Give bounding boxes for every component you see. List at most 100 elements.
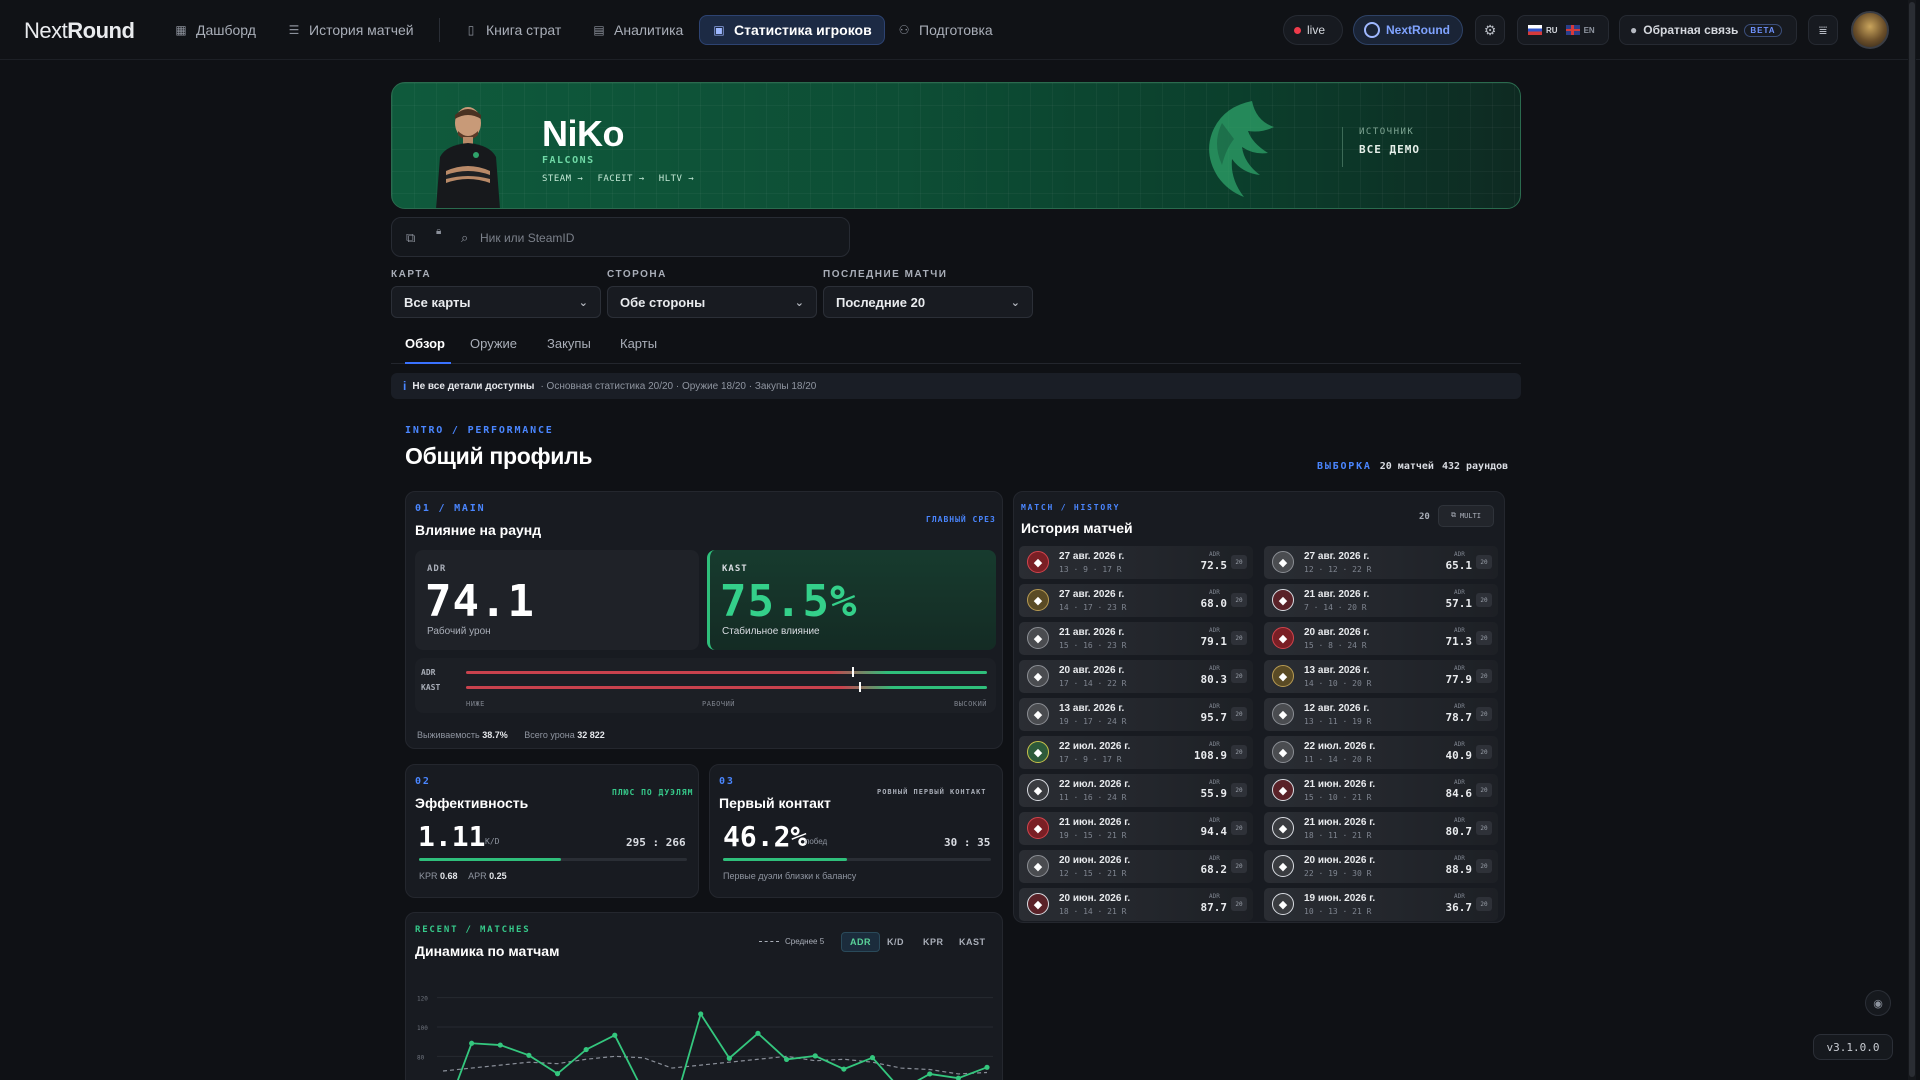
legend-avg-label: Среднее 5 [785, 937, 825, 946]
side-filter-select[interactable]: Обе стороны ⌄ [607, 286, 817, 318]
recent-filter-value: Последние 20 [836, 294, 926, 310]
history-row[interactable]: ◆ 22 июл. 2026 г. 11 · 16 · 24 R ADR 55.9 20 [1019, 774, 1253, 807]
history-row[interactable]: ◆ 19 июн. 2026 г. 10 · 13 · 21 R ADR 36.7 20 [1264, 888, 1498, 921]
history-row[interactable]: ◆ 22 июл. 2026 г. 11 · 14 · 20 R ADR 40.9 20 [1264, 736, 1498, 769]
history-row[interactable]: ◆ 20 июн. 2026 г. 22 · 19 · 30 R ADR 88.9 20 [1264, 850, 1498, 883]
match-score: 11 · 16 · 24 R [1059, 793, 1127, 802]
copy-icon: ⧉ [1450, 512, 1456, 519]
feedback-button[interactable]: ● Обратная связь BETA [1619, 15, 1797, 45]
adr-mini-label: ADR [1454, 741, 1465, 748]
dynamics-eyebrow: RECENT / MATCHES [415, 925, 531, 935]
adr-data-point[interactable] [841, 1066, 847, 1072]
chat-icon: ● [1630, 23, 1638, 37]
app-logo[interactable]: NextRound [24, 18, 135, 44]
adr-data-point[interactable] [755, 1030, 761, 1036]
history-row[interactable]: ◆ 13 авг. 2026 г. 14 · 10 · 20 R ADR 77.9 20 [1264, 660, 1498, 693]
history-row[interactable]: ◆ 22 июл. 2026 г. 17 · 9 · 17 R ADR 108.9 20 [1019, 736, 1253, 769]
adr-data-point[interactable] [783, 1056, 790, 1063]
filter-menu-button[interactable]: ⩸ [1808, 15, 1838, 45]
search-input[interactable] [480, 227, 830, 249]
notice-title: Не все детали доступны [412, 380, 535, 392]
adr-data-point[interactable] [612, 1032, 618, 1038]
adr-data-point[interactable] [469, 1040, 475, 1046]
live-button[interactable]: live [1283, 15, 1343, 45]
adr-data-point[interactable] [526, 1052, 532, 1058]
metric-chip-kd[interactable]: K/D [879, 932, 912, 952]
adr-mini-label: ADR [1454, 703, 1465, 710]
section-tabs: Обзор Оружие Закупы Карты [391, 328, 1521, 364]
user-avatar[interactable] [1851, 11, 1889, 49]
nav-strat-book[interactable]: ▯ Книга страт [464, 18, 562, 42]
nav-match-history[interactable]: ☰ История матчей [287, 18, 414, 42]
history-row[interactable]: ◆ 27 авг. 2026 г. 12 · 12 · 22 R ADR 65.1 20 [1264, 546, 1498, 579]
nav-player-stats[interactable]: ▣ Статистика игроков [699, 15, 885, 45]
lang-ru-option[interactable]: RU [1546, 26, 1558, 35]
adr-data-point[interactable] [698, 1011, 704, 1017]
match-adr: 88.9 [1445, 863, 1473, 876]
history-row[interactable]: ◆ 27 авг. 2026 г. 14 · 17 · 23 R ADR 68.0 20 [1019, 584, 1253, 617]
history-row[interactable]: ◆ 27 авг. 2026 г. 13 · 9 · 17 R ADR 72.5 20 [1019, 546, 1253, 579]
data-source-box: ИСТОЧНИК ВСЕ ДЕМО [1342, 127, 1420, 167]
tab-buys[interactable]: Закупы [547, 336, 591, 351]
source-label: ИСТОЧНИК [1359, 127, 1415, 137]
nav-analytics[interactable]: ▤ Аналитика [592, 18, 683, 42]
brand-button[interactable]: NextRound [1353, 15, 1463, 45]
history-row[interactable]: ◆ 21 авг. 2026 г. 7 · 14 · 20 R ADR 57.1 20 [1264, 584, 1498, 617]
adr-data-point[interactable] [497, 1042, 503, 1048]
team-logo-icon: ◆ [1272, 551, 1294, 573]
rounds-badge: 20 [1231, 783, 1247, 797]
language-switch[interactable]: RU EN [1517, 15, 1609, 45]
tab-weapons[interactable]: Оружие [470, 336, 517, 351]
chart-legend: Среднее 5 [759, 937, 824, 946]
history-row[interactable]: ◆ 20 авг. 2026 г. 15 · 8 · 24 R ADR 71.3 20 [1264, 622, 1498, 655]
adr-data-point[interactable] [554, 1071, 561, 1077]
lang-en-option[interactable]: EN [1584, 26, 1595, 35]
match-adr: 68.2 [1200, 863, 1228, 876]
adr-data-point[interactable] [869, 1055, 876, 1061]
help-button[interactable]: ◉ [1865, 990, 1891, 1016]
adr-data-point[interactable] [583, 1046, 589, 1053]
history-row[interactable]: ◆ 20 июн. 2026 г. 18 · 14 · 21 R ADR 87.7 20 [1019, 888, 1253, 921]
hltv-link[interactable]: HLTV → [659, 174, 695, 184]
match-date: 21 июн. 2026 г. [1304, 817, 1376, 828]
flag-en-icon [1565, 25, 1580, 35]
multi-select-button[interactable]: ⧉ MULTI [1438, 505, 1494, 527]
metric-chip-kast[interactable]: KAST [951, 932, 994, 952]
steam-link[interactable]: STEAM → [542, 174, 583, 184]
adr-data-point[interactable] [812, 1053, 818, 1059]
metric-chip-kpr[interactable]: KPR [915, 932, 952, 952]
adr-data-point[interactable] [726, 1055, 732, 1061]
history-row[interactable]: ◆ 12 авг. 2026 г. 13 · 11 · 19 R ADR 78.7 20 [1264, 698, 1498, 731]
tab-maps[interactable]: Карты [620, 336, 657, 351]
adr-data-point[interactable] [927, 1071, 933, 1077]
history-row[interactable]: ◆ 13 авг. 2026 г. 19 · 17 · 24 R ADR 95.7 20 [1019, 698, 1253, 731]
history-row[interactable]: ◆ 21 июн. 2026 г. 18 · 11 · 21 R ADR 80.7 20 [1264, 812, 1498, 845]
copy-icon[interactable]: ⧉ [406, 230, 415, 246]
settings-button[interactable]: ⚙ [1475, 15, 1505, 45]
adr-data-point[interactable] [955, 1075, 961, 1080]
history-eyebrow: MATCH / HISTORY [1021, 503, 1121, 512]
history-row[interactable]: ◆ 20 авг. 2026 г. 17 · 14 · 22 R ADR 80.3 20 [1019, 660, 1253, 693]
history-row[interactable]: ◆ 21 июн. 2026 г. 19 · 15 · 21 R ADR 94.4 20 [1019, 812, 1253, 845]
faceit-link[interactable]: FACEIT → [597, 174, 644, 184]
nav-preparation[interactable]: ⚇ Подготовка [897, 18, 993, 42]
metric-chip-adr[interactable]: ADR [841, 932, 880, 952]
scrollbar-thumb[interactable] [1909, 2, 1915, 1077]
adr-data-point[interactable] [984, 1064, 990, 1070]
lock-icon[interactable]: 🔒︎ [436, 226, 441, 237]
recent-filter-select[interactable]: Последние 20 ⌄ [823, 286, 1033, 318]
map-filter-select[interactable]: Все карты ⌄ [391, 286, 601, 318]
history-row[interactable]: ◆ 21 авг. 2026 г. 15 · 16 · 23 R ADR 79.1 20 [1019, 622, 1253, 655]
nav-dashboard[interactable]: ▦ Дашборд [174, 18, 256, 42]
team-logo-icon: ◆ [1027, 893, 1049, 915]
adr-mini-label: ADR [1209, 779, 1220, 786]
match-date: 20 авг. 2026 г. [1304, 627, 1370, 638]
search-icon: ⌕ [461, 230, 469, 245]
adr-subtitle: Рабочий урон [427, 626, 491, 637]
history-row[interactable]: ◆ 20 июн. 2026 г. 12 · 15 · 21 R ADR 68.2 20 [1019, 850, 1253, 883]
history-row[interactable]: ◆ 21 июн. 2026 г. 15 · 10 · 21 R ADR 84.6 20 [1264, 774, 1498, 807]
tab-overview[interactable]: Обзор [405, 336, 445, 351]
avg-series-line [442, 1055, 988, 1075]
match-adr: 84.6 [1445, 787, 1473, 800]
feedback-label: Обратная связь [1643, 23, 1739, 37]
